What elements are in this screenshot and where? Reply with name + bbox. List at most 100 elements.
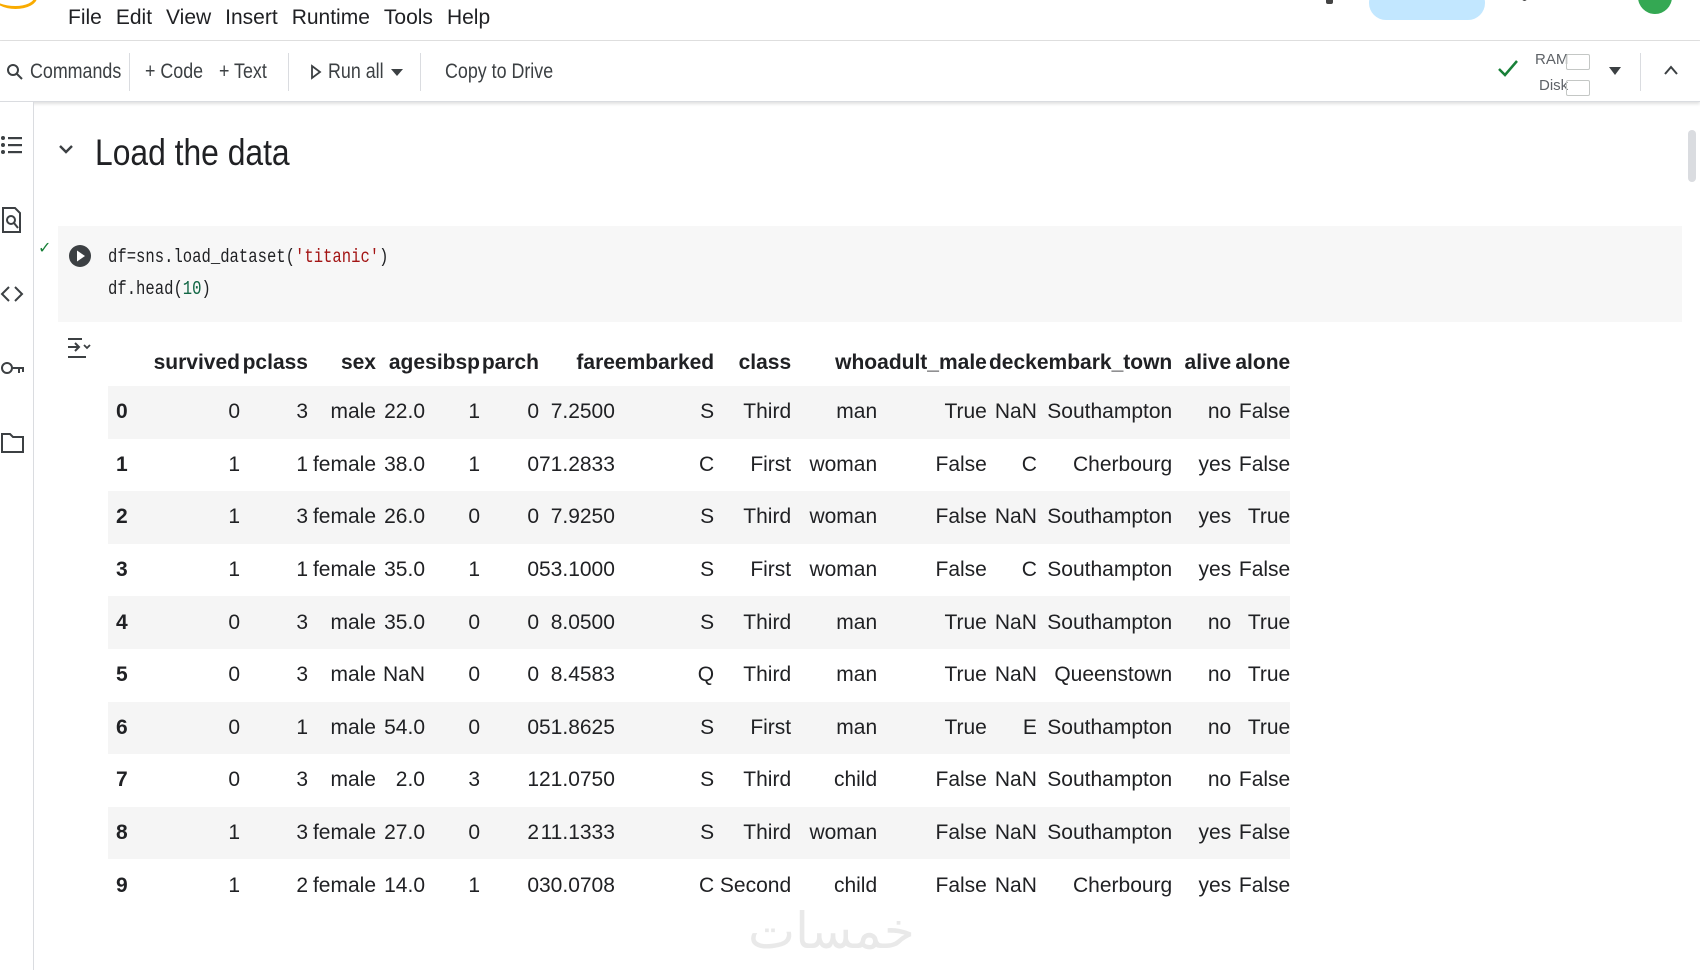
toc-icon[interactable] [0, 132, 26, 160]
table-cell: 54.0 [384, 715, 425, 739]
table-cell: 1 [228, 505, 240, 529]
table-cell: yes [1198, 558, 1232, 582]
table-cell: 0 [468, 610, 480, 634]
table-cell: Third [743, 663, 792, 687]
table-cell: First [750, 452, 792, 476]
resources-dropdown-icon[interactable] [1608, 66, 1622, 76]
output-actions-icon[interactable] [66, 336, 92, 366]
scrollbar-thumb[interactable] [1688, 130, 1696, 182]
menu-view[interactable]: View [159, 5, 218, 31]
run-all-label: Run all [328, 60, 384, 83]
resource-monitor[interactable]: RAM Disk [1535, 47, 1595, 97]
table-cell: 0 [228, 610, 240, 634]
table-cell: female [312, 558, 376, 582]
table-cell: True [1247, 663, 1291, 687]
table-cell: 0 [468, 663, 480, 687]
run-all-button[interactable]: Run all [310, 57, 393, 87]
run-cell-button[interactable] [68, 244, 92, 268]
table-cell: 0 [527, 610, 539, 634]
code-snippets-icon[interactable] [0, 280, 26, 308]
menu-insert[interactable]: Insert [218, 5, 285, 31]
commands-button[interactable]: Commands [6, 57, 137, 87]
table-cell: woman [809, 558, 878, 582]
share-button[interactable] [1369, 0, 1485, 20]
disk-label: Disk [1539, 77, 1569, 94]
secrets-key-icon[interactable] [0, 354, 26, 382]
collapse-header-icon[interactable] [1663, 63, 1679, 77]
add-code-label: + Code [145, 60, 204, 83]
toolbar-divider [1640, 53, 1641, 91]
table-cell: 1 [228, 821, 240, 845]
run-options-dropdown[interactable] [390, 57, 404, 87]
table-cell: Third [743, 505, 792, 529]
menu-tools[interactable]: Tools [377, 5, 440, 31]
files-folder-icon[interactable] [0, 428, 26, 456]
table-cell: False [1238, 821, 1291, 845]
table-cell: man [836, 715, 878, 739]
menu-runtime[interactable]: Runtime [285, 5, 377, 31]
menu-bar: File Edit View Insert Runtime Tools Help [0, 0, 1700, 41]
table-cell: False [1238, 400, 1291, 424]
menu-edit[interactable]: Edit [109, 5, 159, 31]
row-index: 8 [116, 821, 128, 845]
table-cell: 8.0500 [550, 610, 615, 634]
colab-logo-icon[interactable] [0, 0, 37, 9]
code-line-1: df=sns.load_dataset('titanic') [108, 246, 389, 268]
table-cell: female [312, 873, 376, 897]
column-header: who [835, 351, 878, 374]
left-sidebar [0, 102, 34, 970]
search-icon [7, 64, 23, 80]
menu-help[interactable]: Help [440, 5, 497, 31]
table-header: survived pclass sex age sibsp parch fare embark… [108, 340, 1291, 386]
table-cell: True [1247, 715, 1291, 739]
table-cell: 2 [527, 821, 539, 845]
column-header: pclass [242, 351, 308, 374]
table-cell: Southampton [1047, 400, 1173, 424]
table-cell: Southampton [1047, 610, 1173, 634]
table-cell: 71.2833 [539, 452, 615, 476]
find-icon[interactable] [0, 206, 26, 234]
copy-to-drive-button[interactable]: Copy to Drive [445, 57, 572, 87]
table-cell: 1 [228, 558, 240, 582]
table-cell: C [698, 873, 715, 897]
add-code-button[interactable]: + Code [145, 57, 213, 87]
row-index: 2 [116, 505, 128, 529]
table-row: 5 0 3 male NaN 0 0 8.4583 Q Third man True NaN Queens… [108, 649, 1290, 702]
execution-status-check-icon: ✓ [38, 240, 52, 257]
table-cell: False [935, 505, 987, 529]
table-cell: NaN [382, 663, 425, 687]
table-cell: 3 [296, 400, 308, 424]
table-cell: 3 [296, 663, 308, 687]
table-cell: C [698, 452, 715, 476]
avatar[interactable] [1638, 0, 1672, 14]
settings-icon[interactable] [1522, 0, 1527, 1]
table-cell: 14.0 [384, 873, 425, 897]
table-cell: 3 [296, 821, 308, 845]
comment-icon[interactable] [1326, 0, 1333, 4]
code-text: ) [379, 246, 389, 268]
table-body: 0 0 3 male 22.0 1 0 7.2500 S Third man True NaN South… [108, 386, 1291, 912]
table-cell: NaN [994, 768, 1037, 792]
table-cell: Queenstown [1054, 663, 1173, 687]
row-index: 0 [116, 400, 128, 424]
table-cell: Third [743, 768, 792, 792]
table-cell: 35.0 [384, 558, 425, 582]
code-cell[interactable] [58, 226, 1682, 322]
table-cell: child [833, 768, 878, 792]
caret-down-icon [391, 69, 403, 76]
collapse-section-chevron-icon[interactable] [58, 143, 74, 155]
column-header: fare [576, 351, 615, 374]
table-cell: 1 [468, 558, 480, 582]
table-cell: 0 [228, 715, 240, 739]
table-cell: 38.0 [384, 452, 425, 476]
copy-to-drive-label: Copy to Drive [445, 60, 554, 83]
table-cell: 21.0750 [539, 768, 615, 792]
menu-file[interactable]: File [66, 5, 109, 31]
row-index: 6 [116, 715, 128, 739]
add-text-button[interactable]: + Text [219, 57, 275, 87]
table-cell: 11.1333 [540, 821, 615, 845]
table-cell: 8.4583 [550, 663, 615, 687]
column-header: embark_town [1036, 351, 1173, 374]
disk-bar [1566, 80, 1590, 96]
watermark-logo: خمسات [748, 902, 915, 960]
